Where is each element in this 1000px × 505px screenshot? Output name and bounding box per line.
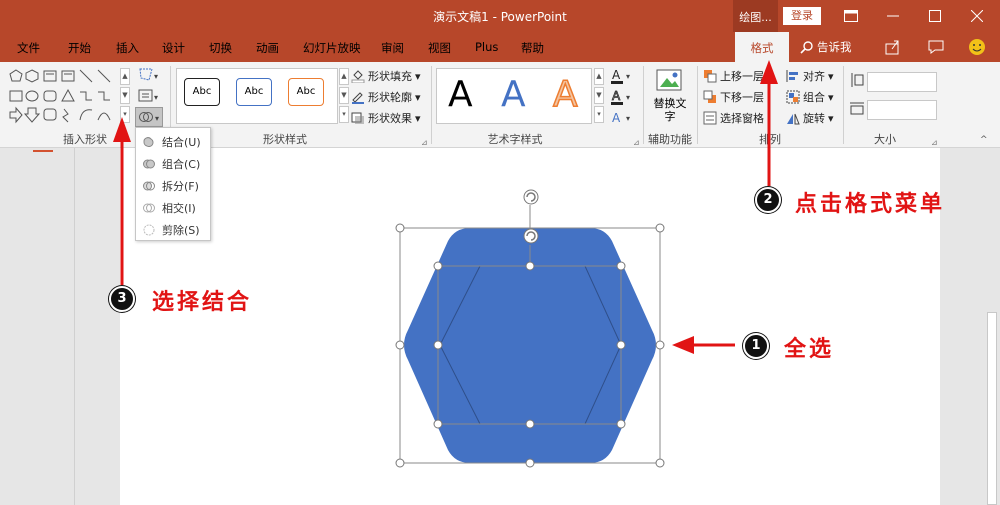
annotation-text-3: 选择结合: [152, 289, 253, 315]
merge-fragment-item[interactable]: 拆分(F): [136, 175, 210, 197]
slide-shapes-layer: [113, 60, 778, 468]
annotation-badge-2: 2: [755, 187, 781, 213]
rotate-handle-outer[interactable]: [523, 189, 539, 205]
subtract-icon: [143, 224, 155, 236]
annotation-arrow-3: [113, 117, 131, 285]
merge-union-item[interactable]: 结合(U): [136, 131, 210, 153]
union-icon: [143, 137, 154, 147]
merge-fragment-label: 拆分(F): [162, 180, 199, 193]
intersect-icon: [143, 203, 155, 213]
merge-combine-label: 组合(C): [162, 158, 201, 171]
annotation-badge-1: 1: [743, 333, 769, 359]
merge-intersect-label: 相交(I): [162, 202, 196, 215]
merge-shapes-menu: 结合(U) 组合(C) 拆分(F) 相交(I) 剪除(S): [135, 127, 211, 241]
merge-subtract-label: 剪除(S): [162, 224, 200, 237]
merge-combine-item[interactable]: 组合(C): [136, 153, 210, 175]
rotate-handle-inner[interactable]: [523, 228, 539, 244]
annotation-badge-3: 3: [109, 286, 135, 312]
fragment-icon: [143, 181, 155, 191]
annotation-arrow-2: [760, 60, 778, 186]
combine-icon: [143, 159, 155, 169]
merge-subtract-item[interactable]: 剪除(S): [136, 219, 210, 241]
merge-union-label: 结合(U): [162, 136, 201, 149]
annotation-arrow-1: [672, 336, 735, 354]
annotation-text-1: 全选: [784, 336, 835, 362]
merge-intersect-item[interactable]: 相交(I): [136, 197, 210, 219]
annotation-text-2: 点击格式菜单: [795, 191, 946, 217]
